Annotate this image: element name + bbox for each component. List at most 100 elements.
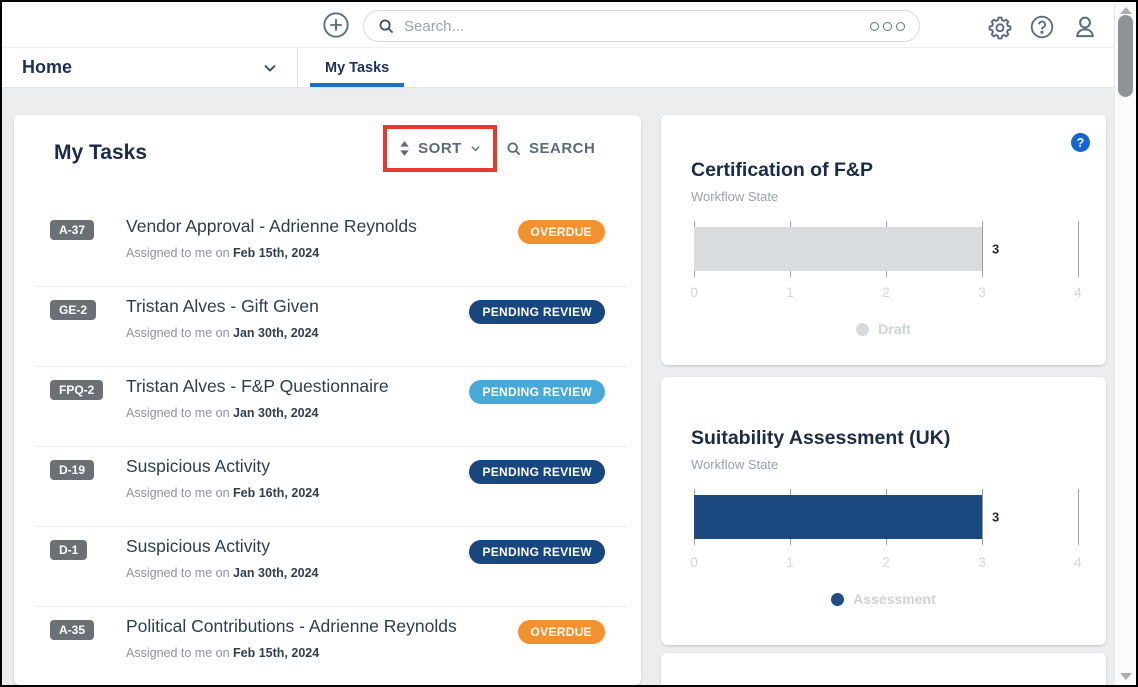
question-circle-icon [1029,14,1055,40]
home-dropdown[interactable]: Home [2,48,298,87]
axis-tick-label: 3 [978,555,986,570]
main-content: My Tasks SORT [2,88,1114,685]
my-tasks-panel: My Tasks SORT [14,115,641,685]
scrollbar-thumb[interactable] [1118,15,1133,97]
legend-label: Assessment [853,591,936,607]
task-status-badge: OVERDUE [518,620,605,644]
task-id-badge: D-19 [50,460,94,480]
chart-legend: Assessment [661,591,1106,607]
active-tab-indicator [310,83,404,87]
task-id-badge: FPQ-2 [50,380,103,400]
task-assigned-line: Assigned to me on Jan 30th, 2024 [126,406,319,420]
task-title[interactable]: Vendor Approval - Adrienne Reynolds [126,216,417,237]
settings-button[interactable] [985,13,1013,41]
task-status-badge: PENDING REVIEW [469,380,605,404]
help-button[interactable] [1029,14,1055,40]
search-options-icon[interactable] [870,22,905,31]
scroll-down-arrow-icon[interactable] [1120,673,1132,680]
tab-label: My Tasks [325,60,389,76]
sort-button[interactable]: SORT [387,129,493,168]
axis-tick-label: 0 [690,285,698,300]
task-id-badge: A-35 [50,620,94,640]
scroll-up-arrow-icon[interactable] [1120,7,1132,14]
task-title[interactable]: Political Contributions - Adrienne Reyno… [126,616,457,637]
global-search[interactable] [363,10,920,42]
chart-card-suitability: Suitability Assessment (UK) Workflow Sta… [661,377,1106,645]
chart-card-certification: ? Certification of F&P Workflow State 3 … [661,115,1106,365]
chart-subtitle: Workflow State [691,189,778,204]
legend-label: Draft [878,321,911,337]
task-row[interactable]: FPQ-2 Tristan Alves - F&P Questionnaire … [14,367,641,447]
axis-tick-label: 1 [786,555,794,570]
task-id-badge: GE-2 [50,300,96,320]
chart-title: Certification of F&P [691,159,873,182]
task-status-badge: OVERDUE [518,220,605,244]
axis-tick-line [982,221,983,277]
search-input[interactable] [404,18,870,35]
sort-label: SORT [418,140,462,157]
chart-bar [694,227,982,271]
bar-value-label: 3 [992,242,999,257]
chevron-down-icon [469,142,482,155]
task-title[interactable]: Suspicious Activity [126,536,270,557]
chart-plot: 3 [694,489,1078,545]
axis-tick-label: 0 [690,555,698,570]
user-profile-button[interactable] [1071,13,1099,41]
search-label: SEARCH [529,140,595,157]
task-title[interactable]: Tristan Alves - Gift Given [126,296,319,317]
top-bar [2,2,1114,48]
search-icon [506,141,522,157]
sort-annotation-box: SORT [383,125,497,172]
chart-axis-labels: 01234 [694,555,1078,571]
task-status-badge: PENDING REVIEW [469,300,605,324]
task-title[interactable]: Suspicious Activity [126,456,270,477]
axis-tick-line [982,489,983,545]
axis-tick-label: 4 [1074,285,1082,300]
app-window: Home My Tasks My Tasks [0,0,1138,687]
task-row[interactable]: A-37 Vendor Approval - Adrienne Reynolds… [14,207,641,287]
my-tasks-header: My Tasks SORT [14,115,641,207]
tab-my-tasks[interactable]: My Tasks [310,48,404,87]
task-assigned-line: Assigned to me on Feb 16th, 2024 [126,486,319,500]
task-status-badge: PENDING REVIEW [469,540,605,564]
legend-dot [856,323,869,336]
axis-tick-label: 4 [1074,555,1082,570]
task-title[interactable]: Tristan Alves - F&P Questionnaire [126,376,389,397]
task-id-badge: D-1 [50,540,87,560]
chart-legend: Draft [661,321,1106,337]
chart-help-icon[interactable]: ? [1071,133,1090,152]
task-assigned-line: Assigned to me on Feb 15th, 2024 [126,246,319,260]
axis-tick-label: 1 [786,285,794,300]
legend-dot [831,593,844,606]
add-button[interactable] [322,11,350,39]
chart-bar [694,495,982,539]
panel-title: My Tasks [54,141,147,165]
axis-tick-label: 3 [978,285,986,300]
task-status-badge: PENDING REVIEW [469,460,605,484]
vertical-scrollbar[interactable] [1114,2,1136,685]
person-icon [1071,13,1099,41]
tab-bar: Home My Tasks [2,48,1114,88]
task-row[interactable]: A-35 Political Contributions - Adrienne … [14,607,641,687]
plus-circle-icon [322,11,350,39]
search-icon [378,18,395,35]
axis-tick-label: 2 [882,285,890,300]
sort-arrows-icon [398,141,411,156]
tasks-search-button[interactable]: SEARCH [506,125,595,172]
chart-axis-labels: 01234 [694,285,1078,301]
gear-icon [986,14,1013,41]
axis-tick-line [1078,221,1079,277]
chart-subtitle: Workflow State [691,457,778,472]
chart-card-partial [661,653,1106,687]
chevron-down-icon [261,59,279,77]
task-id-badge: A-37 [50,220,94,240]
home-dropdown-label: Home [22,57,72,78]
task-assigned-line: Assigned to me on Feb 15th, 2024 [126,646,319,660]
task-row[interactable]: D-19 Suspicious Activity Assigned to me … [14,447,641,527]
task-row[interactable]: D-1 Suspicious Activity Assigned to me o… [14,527,641,607]
axis-tick-line [1078,489,1079,545]
task-assigned-line: Assigned to me on Jan 30th, 2024 [126,566,319,580]
axis-tick-label: 2 [882,555,890,570]
task-list: A-37 Vendor Approval - Adrienne Reynolds… [14,207,641,687]
task-row[interactable]: GE-2 Tristan Alves - Gift Given Assigned… [14,287,641,367]
